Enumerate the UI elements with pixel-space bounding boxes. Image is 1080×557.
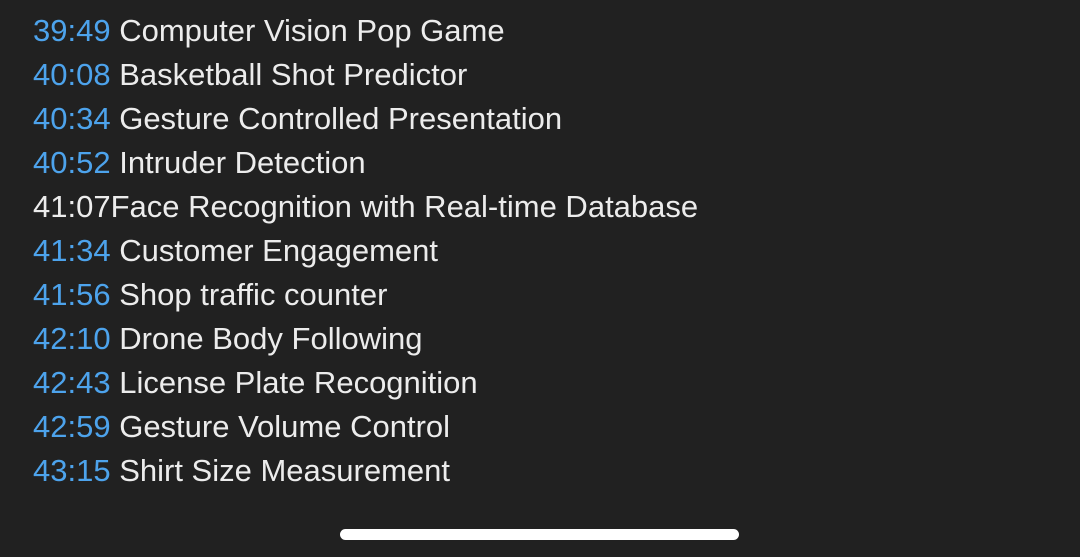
timestamp-link[interactable]: 40:34 <box>33 101 111 136</box>
chapter-title: License Plate Recognition <box>119 365 478 400</box>
timestamp-text: 41:07 <box>33 189 111 224</box>
chapter-row: 40:52 Intruder Detection <box>33 141 1053 185</box>
chapter-title: Face Recognition with Real-time Database <box>110 189 699 224</box>
timestamp-link[interactable]: 39:49 <box>33 13 111 48</box>
timestamp-link[interactable]: 42:59 <box>33 409 111 444</box>
home-indicator[interactable] <box>340 529 739 540</box>
chapter-row: 41:56 Shop traffic counter <box>33 273 1053 317</box>
chapter-row: 42:10 Drone Body Following <box>33 317 1053 361</box>
chapter-list: 39:49 Computer Vision Pop Game 40:08 Bas… <box>33 9 1053 493</box>
timestamp-link[interactable]: 42:43 <box>33 365 111 400</box>
chapter-row: 43:15 Shirt Size Measurement <box>33 449 1053 493</box>
timestamp-link[interactable]: 42:10 <box>33 321 111 356</box>
timestamp-link[interactable]: 43:15 <box>33 453 111 488</box>
timestamp-link[interactable]: 41:34 <box>33 233 111 268</box>
chapter-row: 42:43 License Plate Recognition <box>33 361 1053 405</box>
chapter-title: Intruder Detection <box>119 145 366 180</box>
chapter-title: Customer Engagement <box>119 233 438 268</box>
chapter-title: Drone Body Following <box>119 321 423 356</box>
chapter-row: 42:59 Gesture Volume Control <box>33 405 1053 449</box>
chapter-row: 41:34 Customer Engagement <box>33 229 1053 273</box>
chapter-title: Gesture Volume Control <box>119 409 451 444</box>
chapter-title: Gesture Controlled Presentation <box>119 101 563 136</box>
chapter-title: Computer Vision Pop Game <box>119 13 505 48</box>
chapter-title: Shop traffic counter <box>119 277 388 312</box>
chapter-row: 41:07Face Recognition with Real-time Dat… <box>33 185 1053 229</box>
timestamp-link[interactable]: 40:52 <box>33 145 111 180</box>
timestamp-link[interactable]: 40:08 <box>33 57 111 92</box>
chapter-title: Basketball Shot Predictor <box>119 57 468 92</box>
chapter-row: 40:08 Basketball Shot Predictor <box>33 53 1053 97</box>
chapter-row: 39:49 Computer Vision Pop Game <box>33 9 1053 53</box>
chapter-title: Shirt Size Measurement <box>119 453 451 488</box>
chapter-row: 40:34 Gesture Controlled Presentation <box>33 97 1053 141</box>
timestamp-link[interactable]: 41:56 <box>33 277 111 312</box>
